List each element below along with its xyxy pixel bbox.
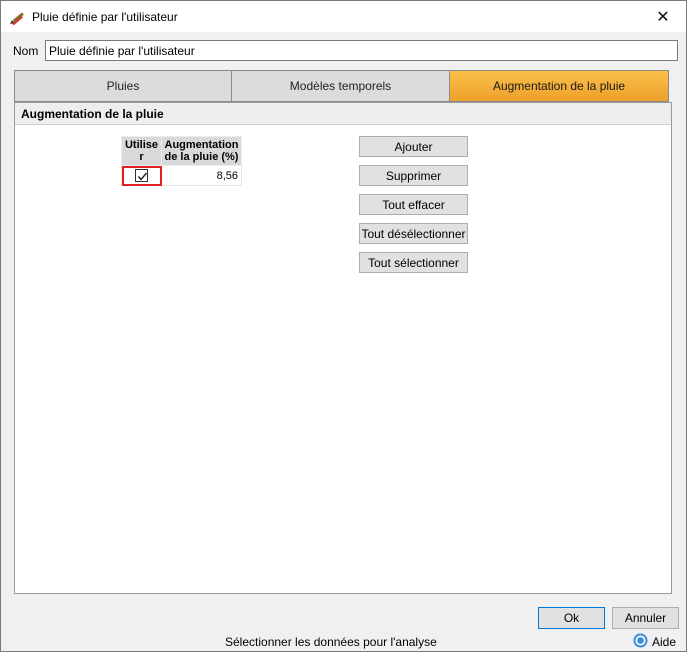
ok-button[interactable]: Ok bbox=[538, 607, 605, 629]
use-checkbox[interactable] bbox=[135, 169, 148, 182]
table-row[interactable]: 8,56 bbox=[121, 165, 242, 186]
title-bar[interactable]: Pluie définie par l'utilisateur ✕ bbox=[1, 1, 686, 32]
help-icon bbox=[633, 633, 648, 651]
tab-panel: Augmentation de la pluie Utilise r Augme… bbox=[14, 102, 672, 594]
augmentation-grid: Utilise r Augmentation de la pluie (%) 8… bbox=[121, 136, 242, 186]
column-header-augmentation[interactable]: Augmentation de la pluie (%) bbox=[161, 136, 242, 166]
augmentation-value-cell[interactable]: 8,56 bbox=[161, 165, 242, 186]
nom-input[interactable] bbox=[45, 40, 678, 61]
close-icon[interactable]: ✕ bbox=[640, 1, 686, 32]
column-header-use[interactable]: Utilise r bbox=[121, 136, 162, 166]
pencil-rain-icon bbox=[9, 8, 27, 26]
checkmark-icon bbox=[137, 172, 148, 181]
panel-header: Augmentation de la pluie bbox=[15, 103, 671, 125]
nom-label: Nom bbox=[13, 44, 39, 58]
clear-all-button[interactable]: Tout effacer bbox=[359, 194, 468, 215]
use-cell[interactable] bbox=[121, 165, 162, 186]
deselect-all-button[interactable]: Tout désélectionner bbox=[359, 223, 468, 244]
status-text: Sélectionner les données pour l'analyse bbox=[225, 635, 437, 649]
tab-modeles-temporels[interactable]: Modèles temporels bbox=[232, 70, 450, 102]
help-link[interactable]: Aide bbox=[633, 633, 676, 651]
column-header-use-label: Utilise r bbox=[124, 139, 158, 163]
dialog-window: Pluie définie par l'utilisateur ✕ Nom Pl… bbox=[0, 0, 687, 652]
tab-augmentation[interactable]: Augmentation de la pluie bbox=[450, 70, 669, 102]
window-title: Pluie définie par l'utilisateur bbox=[32, 10, 178, 24]
select-all-button[interactable]: Tout sélectionner bbox=[359, 252, 468, 273]
delete-button[interactable]: Supprimer bbox=[359, 165, 468, 186]
add-button[interactable]: Ajouter bbox=[359, 136, 468, 157]
tab-pluies[interactable]: Pluies bbox=[14, 70, 232, 102]
tab-bar: Pluies Modèles temporels Augmentation de… bbox=[14, 70, 670, 102]
column-header-augmentation-label: Augmentation de la pluie (%) bbox=[164, 139, 239, 163]
help-label[interactable]: Aide bbox=[652, 635, 676, 649]
cancel-button[interactable]: Annuler bbox=[612, 607, 679, 629]
